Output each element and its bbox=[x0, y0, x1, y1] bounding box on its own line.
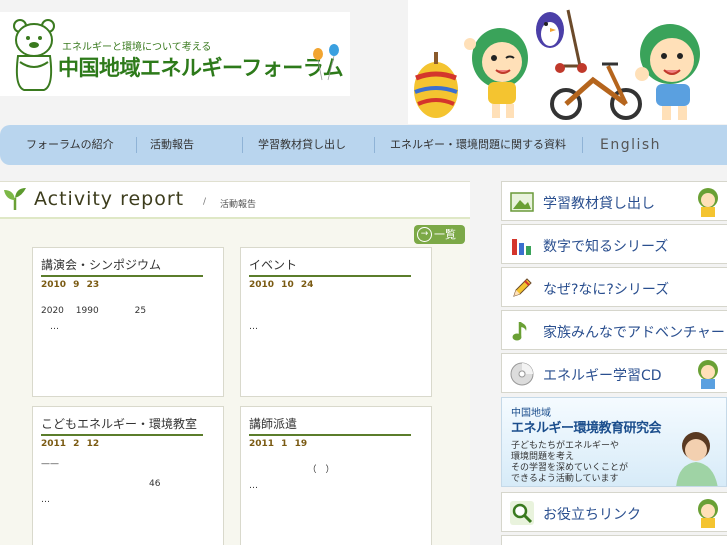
page-title: Activity report bbox=[34, 188, 185, 210]
nav-divider bbox=[374, 137, 375, 153]
kid-mascot-icon bbox=[698, 360, 718, 389]
sidebar-item-label: 学習教材貸し出し bbox=[543, 196, 655, 212]
sidebar-item-partial[interactable] bbox=[501, 535, 727, 545]
card-more[interactable]: … bbox=[41, 320, 59, 334]
site-logo[interactable]: エネルギーと環境について考える 中国地域エネルギーフォーラム bbox=[0, 12, 350, 96]
sidebar-item-label: エネルギー学習CD bbox=[543, 368, 662, 384]
header-illustration bbox=[408, 0, 727, 124]
card-date: 2011 1 19 bbox=[249, 439, 308, 449]
sidebar-item-numbers[interactable]: 数字で知るシリーズ bbox=[501, 224, 727, 264]
sidebar-item-adventure[interactable]: 家族みんなでアドベンチャー bbox=[501, 310, 727, 350]
sidebar-item-label: 数字で知るシリーズ bbox=[543, 239, 669, 255]
nav-divider bbox=[242, 137, 243, 153]
sidebar-item-label: 家族みんなでアドベンチャー bbox=[543, 325, 725, 341]
page-title-bar: Activity report / 活動報告 bbox=[0, 182, 470, 218]
kid-mascot-icon bbox=[698, 499, 718, 528]
card-date: 2011 2 12 bbox=[41, 439, 100, 449]
music-note-icon bbox=[512, 322, 527, 341]
bear-mascot-icon bbox=[13, 19, 55, 91]
spinning-top-icon bbox=[414, 52, 458, 118]
card-title-kids-class[interactable]: こどもエネルギー・環境教室 bbox=[41, 415, 203, 436]
arrow-right-icon: → bbox=[417, 227, 432, 242]
page: エネルギーと環境について考える 中国地域エネルギーフォーラム フォーラムの紹介 … bbox=[0, 0, 727, 545]
kid-mascot-icon bbox=[698, 188, 718, 217]
sidebar-item-label: お役立ちリンク bbox=[543, 507, 641, 523]
breadcrumb-separator: / bbox=[203, 197, 207, 207]
list-button-label: 一覧 bbox=[434, 228, 456, 241]
card-text: 46 bbox=[41, 479, 161, 489]
activity-card: 講演会・シンポジウム 2010 9 23 2020 1990 25 … bbox=[32, 247, 224, 397]
sidebar-item-links[interactable]: お役立ちリンク bbox=[501, 492, 727, 532]
card-text: （ ） bbox=[249, 465, 335, 475]
main-nav: フォーラムの紹介 活動報告 学習教材貸し出し エネルギー・環境問題に関する資料 … bbox=[0, 125, 727, 165]
card-date: 2010 9 23 bbox=[41, 280, 100, 290]
card-text: 2020 1990 25 bbox=[41, 306, 147, 316]
sidebar-item-materials[interactable]: 学習教材貸し出し bbox=[501, 181, 727, 221]
sidebar-item-why-what[interactable]: なぜ?なに?シリーズ bbox=[501, 267, 727, 307]
banner-text: できるよう活動しています bbox=[511, 474, 619, 484]
sprout-icon bbox=[4, 188, 26, 210]
pencil-icon bbox=[513, 278, 532, 297]
cd-icon bbox=[510, 362, 534, 386]
sidebar-item-cd[interactable]: エネルギー学習CD bbox=[501, 353, 727, 393]
balance-bike-icon bbox=[550, 62, 642, 120]
main-content: Activity report / 活動報告 → 一覧 講演会・シンポジウム 2… bbox=[0, 181, 470, 545]
nav-item-about[interactable]: フォーラムの紹介 bbox=[26, 125, 114, 165]
list-button[interactable]: → 一覧 bbox=[414, 225, 465, 244]
sidebar-item-label: なぜ?なに?シリーズ bbox=[543, 282, 670, 298]
card-title-lecturer-dispatch[interactable]: 講師派遣 bbox=[249, 415, 411, 436]
child-photo-icon bbox=[676, 432, 718, 486]
banner-title: エネルギー環境教育研究会 bbox=[511, 421, 662, 436]
card-more[interactable]: … bbox=[41, 493, 50, 507]
title-divider bbox=[0, 217, 470, 219]
card-title-lecture[interactable]: 講演会・シンポジウム bbox=[41, 256, 203, 277]
girl-character-icon bbox=[464, 28, 528, 118]
card-more[interactable]: … bbox=[249, 479, 258, 493]
card-text: —— bbox=[41, 459, 59, 469]
nav-item-resources[interactable]: エネルギー・環境問題に関する資料 bbox=[390, 125, 566, 165]
magnifier-icon bbox=[510, 501, 534, 525]
nav-divider bbox=[136, 137, 137, 153]
bar-chart-icon bbox=[512, 239, 531, 255]
breadcrumb: 活動報告 bbox=[220, 200, 257, 210]
activity-card: イベント 2010 10 24 … bbox=[240, 247, 432, 397]
activity-card: 講師派遣 2011 1 19 （ ） … bbox=[240, 406, 432, 545]
picture-icon bbox=[510, 192, 534, 212]
nav-divider bbox=[582, 137, 583, 153]
activity-card: こどもエネルギー・環境教室 2011 2 12 —— 46 … bbox=[32, 406, 224, 545]
site-tagline: エネルギーと環境について考える bbox=[62, 42, 212, 53]
penguin-scooter-icon bbox=[536, 9, 587, 73]
balloons-icon bbox=[313, 44, 339, 81]
card-more[interactable]: … bbox=[249, 320, 258, 334]
card-date: 2010 10 24 bbox=[249, 280, 314, 290]
nav-item-materials[interactable]: 学習教材貸し出し bbox=[258, 125, 346, 165]
boy-character-icon bbox=[635, 24, 700, 120]
edu-research-banner[interactable]: 中国地域 エネルギー環境教育研究会 子どもたちがエネルギーや 環境問題を考え そ… bbox=[501, 397, 727, 487]
nav-item-activity[interactable]: 活動報告 bbox=[150, 125, 194, 165]
nav-item-english[interactable]: English bbox=[600, 125, 661, 165]
site-name: 中国地域エネルギーフォーラム bbox=[58, 56, 344, 80]
card-title-event[interactable]: イベント bbox=[249, 256, 411, 277]
